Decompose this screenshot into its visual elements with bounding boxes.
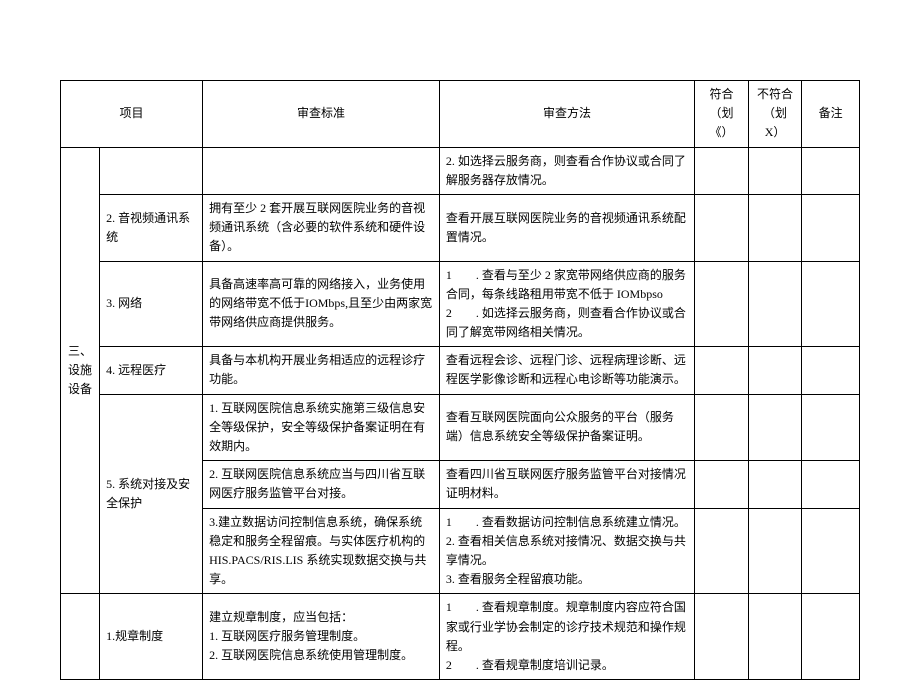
nofit-cell <box>748 261 802 347</box>
nofit-cell <box>748 347 802 394</box>
item-cell: 5. 系统对接及安全保护 <box>100 394 203 594</box>
nofit-cell <box>748 194 802 261</box>
note-cell <box>802 461 860 508</box>
fit-cell <box>695 147 749 194</box>
method-cell: 查看远程会诊、远程门诊、远程病理诊断、远程医学影像诊断和远程心电诊断等功能演示。 <box>439 347 694 394</box>
nofit-cell <box>748 147 802 194</box>
standard-cell: 具备高速率高可靠的网络接入，业务使用的网络带宽不低于IOMbps,且至少由两家宽… <box>203 261 440 347</box>
fit-cell <box>695 394 749 461</box>
method-cell: 查看四川省互联网医疗服务监管平台对接情况证明材料。 <box>439 461 694 508</box>
standard-cell: 建立规章制度，应当包括： 1. 互联网医疗服务管理制度。 2. 互联网医院信息系… <box>203 594 440 680</box>
section-title-next <box>61 594 100 680</box>
nofit-cell <box>748 508 802 594</box>
standard-cell: 具备与本机构开展业务相适应的远程诊疗功能。 <box>203 347 440 394</box>
section-title: 三、设施设备 <box>61 147 100 594</box>
table-row: 三、设施设备 2. 如选择云服务商，则查看合作协议或合同了解服务器存放情况。 <box>61 147 860 194</box>
note-cell <box>802 261 860 347</box>
fit-cell <box>695 194 749 261</box>
note-cell <box>802 508 860 594</box>
note-cell <box>802 347 860 394</box>
table-row: 4. 远程医疗 具备与本机构开展业务相适应的远程诊疗功能。 查看远程会诊、远程门… <box>61 347 860 394</box>
method-cell: 1 . 查看规章制度。规章制度内容应符合国家或行业学协会制定的诊疗技术规范和操作… <box>439 594 694 680</box>
table-row: 3. 网络 具备高速率高可靠的网络接入，业务使用的网络带宽不低于IOMbps,且… <box>61 261 860 347</box>
header-fit: 符合（划《） <box>695 81 749 148</box>
item-cell <box>100 147 203 194</box>
note-cell <box>802 194 860 261</box>
header-project: 项目 <box>61 81 203 148</box>
item-cell: 1.规章制度 <box>100 594 203 680</box>
item-cell: 3. 网络 <box>100 261 203 347</box>
note-cell <box>802 594 860 680</box>
fit-cell <box>695 461 749 508</box>
fit-cell <box>695 347 749 394</box>
method-cell: 1 . 查看与至少 2 家宽带网络供应商的服务合同，每条线路租用带宽不低于 IO… <box>439 261 694 347</box>
table-row: 5. 系统对接及安全保护 1. 互联网医院信息系统实施第三级信息安全等级保护，安… <box>61 394 860 461</box>
standard-cell: 1. 互联网医院信息系统实施第三级信息安全等级保护，安全等级保护备案证明在有效期… <box>203 394 440 461</box>
item-cell: 4. 远程医疗 <box>100 347 203 394</box>
standard-cell <box>203 147 440 194</box>
standard-cell: 2. 互联网医院信息系统应当与四川省互联网医疗服务监管平台对接。 <box>203 461 440 508</box>
standard-cell: 3.建立数据访问控制信息系统，确保系统稳定和服务全程留痕。与实体医疗机构的 HI… <box>203 508 440 594</box>
review-table: 项目 审查标准 审查方法 符合（划《） 不符合（划 X） 备注 三、设施设备 2… <box>60 80 860 680</box>
fit-cell <box>695 594 749 680</box>
table-row: 1.规章制度 建立规章制度，应当包括： 1. 互联网医疗服务管理制度。 2. 互… <box>61 594 860 680</box>
fit-cell <box>695 261 749 347</box>
nofit-cell <box>748 394 802 461</box>
nofit-cell <box>748 594 802 680</box>
method-cell: 1 . 查看数据访问控制信息系统建立情况。 2. 查看相关信息系统对接情况、数据… <box>439 508 694 594</box>
method-cell: 2. 如选择云服务商，则查看合作协议或合同了解服务器存放情况。 <box>439 147 694 194</box>
header-nofit: 不符合（划 X） <box>748 81 802 148</box>
table-header-row: 项目 审查标准 审查方法 符合（划《） 不符合（划 X） 备注 <box>61 81 860 148</box>
note-cell <box>802 147 860 194</box>
header-standard: 审查标准 <box>203 81 440 148</box>
method-cell: 查看开展互联网医院业务的音视频通讯系统配置情况。 <box>439 194 694 261</box>
method-cell: 查看互联网医院面向公众服务的平台（服务端）信息系统安全等级保护备案证明。 <box>439 394 694 461</box>
note-cell <box>802 394 860 461</box>
header-method: 审查方法 <box>439 81 694 148</box>
fit-cell <box>695 508 749 594</box>
nofit-cell <box>748 461 802 508</box>
header-note: 备注 <box>802 81 860 148</box>
table-row: 2. 音视频通讯系统 拥有至少 2 套开展互联网医院业务的音视频通讯系统（含必要… <box>61 194 860 261</box>
item-cell: 2. 音视频通讯系统 <box>100 194 203 261</box>
standard-cell: 拥有至少 2 套开展互联网医院业务的音视频通讯系统（含必要的软件系统和硬件设备）… <box>203 194 440 261</box>
